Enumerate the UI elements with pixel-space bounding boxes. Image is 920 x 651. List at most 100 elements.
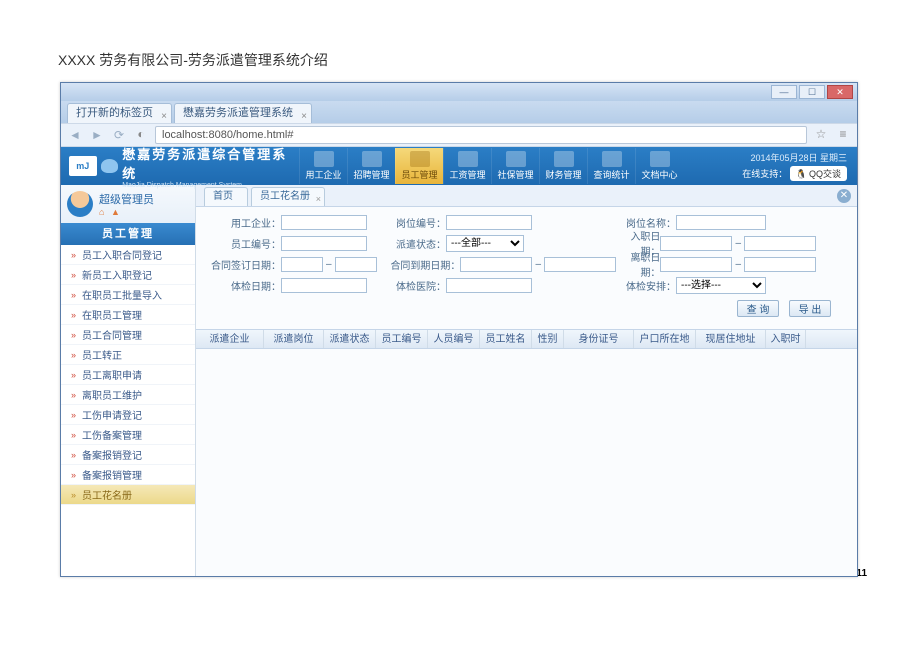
due-date-from[interactable] bbox=[460, 257, 532, 272]
sidebar-item-label: 员工合同管理 bbox=[82, 327, 142, 342]
sign-date-to[interactable] bbox=[335, 257, 377, 272]
sidebar-item-label: 工伤申请登记 bbox=[82, 407, 142, 422]
close-all-tabs-button[interactable]: ✕ bbox=[837, 189, 851, 203]
logo-icon: mJ bbox=[69, 156, 97, 176]
shield-icon bbox=[506, 151, 526, 167]
sidebar-item[interactable]: »员工离职申请 bbox=[61, 365, 195, 385]
nav-recruit[interactable]: 招聘管理 bbox=[347, 148, 395, 184]
arrow-icon: » bbox=[71, 390, 76, 400]
forward-icon[interactable]: ► bbox=[89, 127, 105, 143]
company-input[interactable] bbox=[281, 215, 367, 230]
nav-company[interactable]: 用工企业 bbox=[299, 148, 347, 184]
tab-home[interactable]: 首页 bbox=[204, 187, 248, 206]
sidebar-item-label: 备案报销登记 bbox=[82, 447, 142, 462]
label-arrange: 体检安排： bbox=[616, 278, 676, 293]
grid-column-header[interactable]: 派遣企业 bbox=[196, 330, 264, 348]
person-icon bbox=[410, 151, 430, 167]
due-date-to[interactable] bbox=[544, 257, 616, 272]
window-titlebar: — ☐ ✕ bbox=[61, 83, 857, 101]
close-icon[interactable]: × bbox=[316, 190, 321, 208]
leave-date-from[interactable] bbox=[660, 257, 732, 272]
status-select[interactable]: ---全部--- bbox=[446, 235, 524, 252]
grid-column-header[interactable]: 入职时 bbox=[766, 330, 806, 348]
nav-stats[interactable]: 查询统计 bbox=[587, 148, 635, 184]
post-no-input[interactable] bbox=[446, 215, 532, 230]
arrange-select[interactable]: ---选择--- bbox=[676, 277, 766, 294]
browser-tab-app[interactable]: 懋嘉劳务派遣管理系统 × bbox=[174, 103, 312, 123]
close-icon[interactable]: × bbox=[161, 107, 167, 126]
content-tabs: 首页 员工花名册× ✕ bbox=[196, 185, 857, 207]
sidebar-item-label: 员工离职申请 bbox=[82, 367, 142, 382]
user-icon[interactable]: ▲ bbox=[111, 207, 120, 217]
close-window-button[interactable]: ✕ bbox=[827, 85, 853, 99]
sidebar-item-label: 在职员工管理 bbox=[82, 307, 142, 322]
admin-name: 超级管理员 bbox=[99, 191, 154, 207]
grid-column-header[interactable]: 户口所在地 bbox=[634, 330, 696, 348]
nav-docs[interactable]: 文档中心 bbox=[635, 148, 683, 184]
sidebar-item[interactable]: »员工入职合同登记 bbox=[61, 245, 195, 265]
nav-insurance[interactable]: 社保管理 bbox=[491, 148, 539, 184]
qq-support-button[interactable]: QQ交谈 bbox=[790, 166, 847, 181]
close-icon[interactable]: × bbox=[301, 107, 307, 126]
grid-column-header[interactable]: 人员编号 bbox=[428, 330, 480, 348]
back-icon[interactable]: ◄ bbox=[67, 127, 83, 143]
grid-column-header[interactable]: 派遣岗位 bbox=[264, 330, 324, 348]
sidebar-item[interactable]: »员工合同管理 bbox=[61, 325, 195, 345]
sidebar-item[interactable]: »员工花名册 bbox=[61, 485, 195, 505]
minimize-button[interactable]: — bbox=[771, 85, 797, 99]
arrow-icon: » bbox=[71, 470, 76, 480]
maximize-button[interactable]: ☐ bbox=[799, 85, 825, 99]
grid-header: 派遣企业派遣岗位派遣状态员工编号人员编号员工姓名性别身份证号户口所在地现居住地址… bbox=[196, 329, 857, 349]
sidebar-item[interactable]: »工伤申请登记 bbox=[61, 405, 195, 425]
arrow-icon: » bbox=[71, 310, 76, 320]
reload-icon[interactable]: ⟳ bbox=[111, 127, 127, 143]
sidebar-item-label: 备案报销管理 bbox=[82, 467, 142, 482]
grid-column-header[interactable]: 身份证号 bbox=[564, 330, 634, 348]
browser-tab-new[interactable]: 打开新的标签页 × bbox=[67, 103, 172, 123]
grid-column-header[interactable]: 员工姓名 bbox=[480, 330, 532, 348]
sidebar-item[interactable]: »新员工入职登记 bbox=[61, 265, 195, 285]
support-label: 在线支持： bbox=[742, 169, 787, 179]
exam-date-input[interactable] bbox=[281, 278, 367, 293]
leave-date-to[interactable] bbox=[744, 257, 816, 272]
sign-date-from[interactable] bbox=[281, 257, 323, 272]
arrow-icon: » bbox=[71, 290, 76, 300]
browser-tab-strip: 打开新的标签页 × 懋嘉劳务派遣管理系统 × bbox=[61, 101, 857, 123]
sidebar-item[interactable]: »工伤备案管理 bbox=[61, 425, 195, 445]
search-form: 用工企业： 岗位编号： 岗位名称： 员工编号： 派遣状态：---全部--- 入职… bbox=[196, 207, 857, 329]
arrow-icon: » bbox=[71, 490, 76, 500]
query-button[interactable]: 查 询 bbox=[737, 300, 779, 317]
home-icon[interactable]: ⌂ bbox=[99, 207, 104, 217]
grid-column-header[interactable]: 性别 bbox=[532, 330, 564, 348]
label-examdate: 体检日期： bbox=[206, 278, 281, 293]
sidebar-item[interactable]: » 备案报销管理 bbox=[61, 465, 195, 485]
label-company: 用工企业： bbox=[206, 215, 281, 230]
sidebar-item[interactable]: »离职员工维护 bbox=[61, 385, 195, 405]
arrow-icon: » bbox=[71, 450, 76, 460]
arrow-icon: » bbox=[71, 430, 76, 440]
sidebar-item[interactable]: »在职员工批量导入 bbox=[61, 285, 195, 305]
tab-label: 打开新的标签页 bbox=[76, 107, 153, 119]
sidebar-item[interactable]: »员工转正 bbox=[61, 345, 195, 365]
url-input[interactable]: localhost:8080/home.html# bbox=[155, 126, 807, 144]
grid-column-header[interactable]: 员工编号 bbox=[376, 330, 428, 348]
nav-finance[interactable]: 财务管理 bbox=[539, 148, 587, 184]
content-area: 首页 员工花名册× ✕ 用工企业： 岗位编号： 岗位名称： 员工编号： 派遣状态… bbox=[196, 185, 857, 576]
sidebar-section-header: 员工管理 bbox=[61, 223, 195, 245]
main-nav: 用工企业 招聘管理 员工管理 工资管理 社保管理 财务管理 查询统计 文档中心 bbox=[299, 148, 683, 184]
file-icon bbox=[650, 151, 670, 167]
grid-column-header[interactable]: 派遣状态 bbox=[324, 330, 376, 348]
menu-icon[interactable]: ≡ bbox=[835, 127, 851, 143]
tab-roster[interactable]: 员工花名册× bbox=[251, 187, 325, 206]
star-icon[interactable]: ☆ bbox=[813, 127, 829, 143]
emp-no-input[interactable] bbox=[281, 236, 367, 251]
sidebar-item[interactable]: » 在职员工管理 bbox=[61, 305, 195, 325]
label-empno: 员工编号： bbox=[206, 236, 281, 251]
nav-salary[interactable]: 工资管理 bbox=[443, 148, 491, 184]
nav-employee[interactable]: 员工管理 bbox=[395, 148, 443, 184]
grid-column-header[interactable]: 现居住地址 bbox=[696, 330, 766, 348]
system-title: 懋嘉劳务派遣综合管理系统 bbox=[122, 144, 299, 182]
sidebar-item[interactable]: » 备案报销登记 bbox=[61, 445, 195, 465]
hospital-input[interactable] bbox=[446, 278, 532, 293]
export-button[interactable]: 导 出 bbox=[789, 300, 831, 317]
